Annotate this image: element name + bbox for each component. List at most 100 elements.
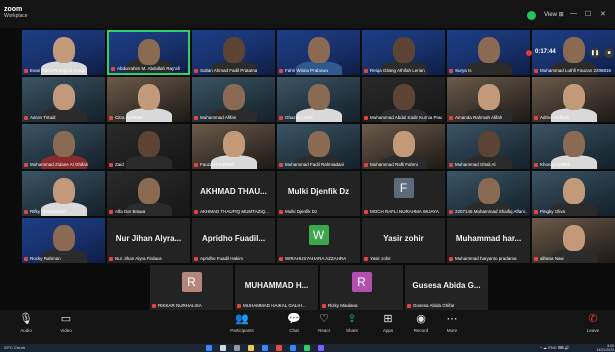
participant-tile[interactable]: Yasir zohir Yasir zohir [362,218,445,263]
participant-tile[interactable]: F MOCH RAFLI NURAHMA WIJAYA [362,171,445,216]
maximize-icon[interactable]: ☐ [585,10,591,18]
audio-icon: 🎙 [19,313,33,325]
participant-tile[interactable]: Alfa Dar Brawa [107,171,190,216]
participant-tile[interactable]: AKHMAD THAU... AKHMAD THAUFIQ MUMTAZIQ... [192,171,275,216]
participant-display-name: Apridho Fuadil... [201,234,266,243]
video-participant-face [562,178,585,204]
participant-name-label: AKHMAD THAUFIQ MUMTAZIQ... [194,209,269,215]
participant-name: Apridho Fuadil Hakim [200,256,244,261]
participant-tile[interactable]: Ghazali Luthfi [277,77,360,122]
recording-dot-icon [526,50,532,56]
participant-tile[interactable]: Khovaji Ghiffari [532,124,615,169]
app-icon[interactable] [318,345,324,351]
participant-name: Aaron Tirtadi [30,115,56,120]
app-name: zoom [4,6,23,13]
participant-name-label: Evan Rafni Pirangian Anwar [24,68,86,74]
weather-widget[interactable]: 29°C Cerah [4,345,25,350]
close-icon[interactable]: ✕ [600,10,606,18]
participant-tile[interactable]: Muhammad Afifan [192,77,275,122]
participant-tile[interactable]: Rocky Rahman [22,218,105,263]
start-icon[interactable] [206,345,212,351]
participant-name-label: Sultan Ahmad Fadil Pratama [194,68,257,74]
participant-name: Yasir zohir [370,256,391,261]
pause-icon[interactable]: ❚❚ [590,48,600,58]
participant-name: AKHMAD THAUFIQ MUMTAZIQ... [200,209,269,214]
participant-tile[interactable]: Muhammad Zidane Al Ghifari [22,124,105,169]
muted-mic-icon [364,115,368,120]
security-shield-icon[interactable] [527,11,536,20]
leave-button[interactable]: ✆ Leave [571,313,615,333]
participant-tile[interactable]: Adriva Hafizan [532,77,615,122]
participant-name: Muhammad Rafli Fahmi [370,162,418,167]
participant-tile[interactable]: Surya Is [447,30,530,75]
recording-indicator: 0:17:44 ❚❚ ■ [522,47,614,59]
minimize-icon[interactable]: — [570,10,577,17]
file-explorer-icon[interactable] [248,345,254,351]
stop-icon[interactable]: ■ [604,48,614,58]
participant-name-label: Muhammad haryanto pradama [449,256,517,262]
participant-tile[interactable]: Aaron Tirtadi [22,77,105,122]
participant-name: Muhammad Abdul Kadir Kurnia Pradana [370,115,442,120]
participant-name-label: RIKKAR NURHALISA [152,303,202,309]
participant-tile[interactable]: R RIKKAR NURHALISA [150,265,233,310]
participant-tile[interactable]: Rifky Ferdiansyah [22,171,105,216]
video-participant-face [392,37,415,63]
muted-mic-icon [194,68,198,73]
participant-tile[interactable]: alhana Naw [532,218,615,263]
participant-tile[interactable]: Muhammad har... Muhammad haryanto pradama [447,218,530,263]
muted-mic-icon [152,303,156,308]
participant-name: Surya Is [455,68,472,73]
participant-tile[interactable]: W WIRAHUSYAHARA AZZAHRA [277,218,360,263]
participant-tile[interactable]: MUHAMMAD H... MUHAMMAD HAIKAL GALIH... [235,265,318,310]
zoom-icon[interactable] [290,345,296,351]
participant-tile[interactable]: Gusesa Abida G... Gusesa Abida Ghifar [405,265,488,310]
participant-name: Amanda Rahmah Alifah [455,115,503,120]
participant-tile[interactable]: Abdurrahim M. Abdullah Ray'afi [107,30,190,75]
participant-tile[interactable]: Fauzan Fadhillah [192,124,275,169]
participants-button[interactable]: 👥 Participants [220,313,264,333]
task-view-icon[interactable] [234,345,240,351]
participant-tile[interactable]: Apridho Fuadil... Apridho Fuadil Hakim [192,218,275,263]
participant-tile[interactable]: Muhammad Ghali Al [447,124,530,169]
participant-tile[interactable]: Nur Jihan Alyra... Nur Jihan Alyra Firdau… [107,218,190,263]
participant-tile[interactable]: Muhammad Fadil Rahmadani [277,124,360,169]
participant-name: RIKKAR NURHALISA [158,303,202,308]
participant-tile[interactable]: 2207145 Muhammad Shaifiq Alfani... [447,171,530,216]
participant-tile[interactable]: Reiqa Gilang Athifah Lerian [362,30,445,75]
participant-tile[interactable]: Zaid [107,124,190,169]
participant-name: WIRAHUSYAHARA AZZAHRA [285,256,347,261]
video-button[interactable]: ▭ Video [44,313,88,333]
audio-button[interactable]: 🎙 Audio [4,313,48,333]
participant-tile[interactable]: R Rizky Maulana [320,265,403,310]
search-icon[interactable] [220,345,226,351]
participant-name: 2207145 Muhammad Shaifiq Alfani... [455,209,527,214]
system-tray[interactable]: ^ ☁ ENG ⌨ 🔊 [540,345,570,350]
participant-tile[interactable]: Amanda Rahmah Alifah [447,77,530,122]
participants-label: Participants [230,328,254,333]
view-button[interactable]: View ⊞ [544,11,564,18]
participant-tile[interactable]: Mulki Djenfik Dz Mulki Djenfik Dz [277,171,360,216]
participant-tile[interactable]: Sultan Ahmad Fadil Pratama [192,30,275,75]
participant-name: Nur Jihan Alyra Firdaus [115,256,162,261]
participant-tile[interactable]: Pingky Oliva [532,171,615,216]
participant-name-label: Amanda Rahmah Alifah [449,115,502,121]
clock[interactable]: 9:00 14/01/2024 [596,344,614,352]
participant-tile[interactable]: Fahri Wisnu Prabowo [277,30,360,75]
participant-tile[interactable]: Citra Aprilliani [107,77,190,122]
muted-mic-icon [279,209,283,214]
participant-tile[interactable]: Evan Rafni Pirangian Anwar [22,30,105,75]
participant-name-label: Citra Aprilliani [109,115,143,121]
more-button[interactable]: ⋯ More [430,313,474,333]
more-label: More [446,328,458,333]
video-participant-face [222,84,245,110]
chrome-icon[interactable] [276,345,282,351]
participant-name-label: WIRAHUSYAHARA AZZAHRA [279,256,346,262]
muted-mic-icon [194,209,198,214]
participant-display-name: AKHMAD THAU... [200,187,267,196]
muted-mic-icon [109,115,113,120]
participant-tile[interactable]: Muhammad Rafli Fahmi [362,124,445,169]
participant-tile[interactable]: Muhammad Abdul Kadir Kurnia Pradana [362,77,445,122]
participant-avatar: W [308,225,329,245]
whatsapp-icon[interactable] [304,345,310,351]
edge-icon[interactable] [262,345,268,351]
